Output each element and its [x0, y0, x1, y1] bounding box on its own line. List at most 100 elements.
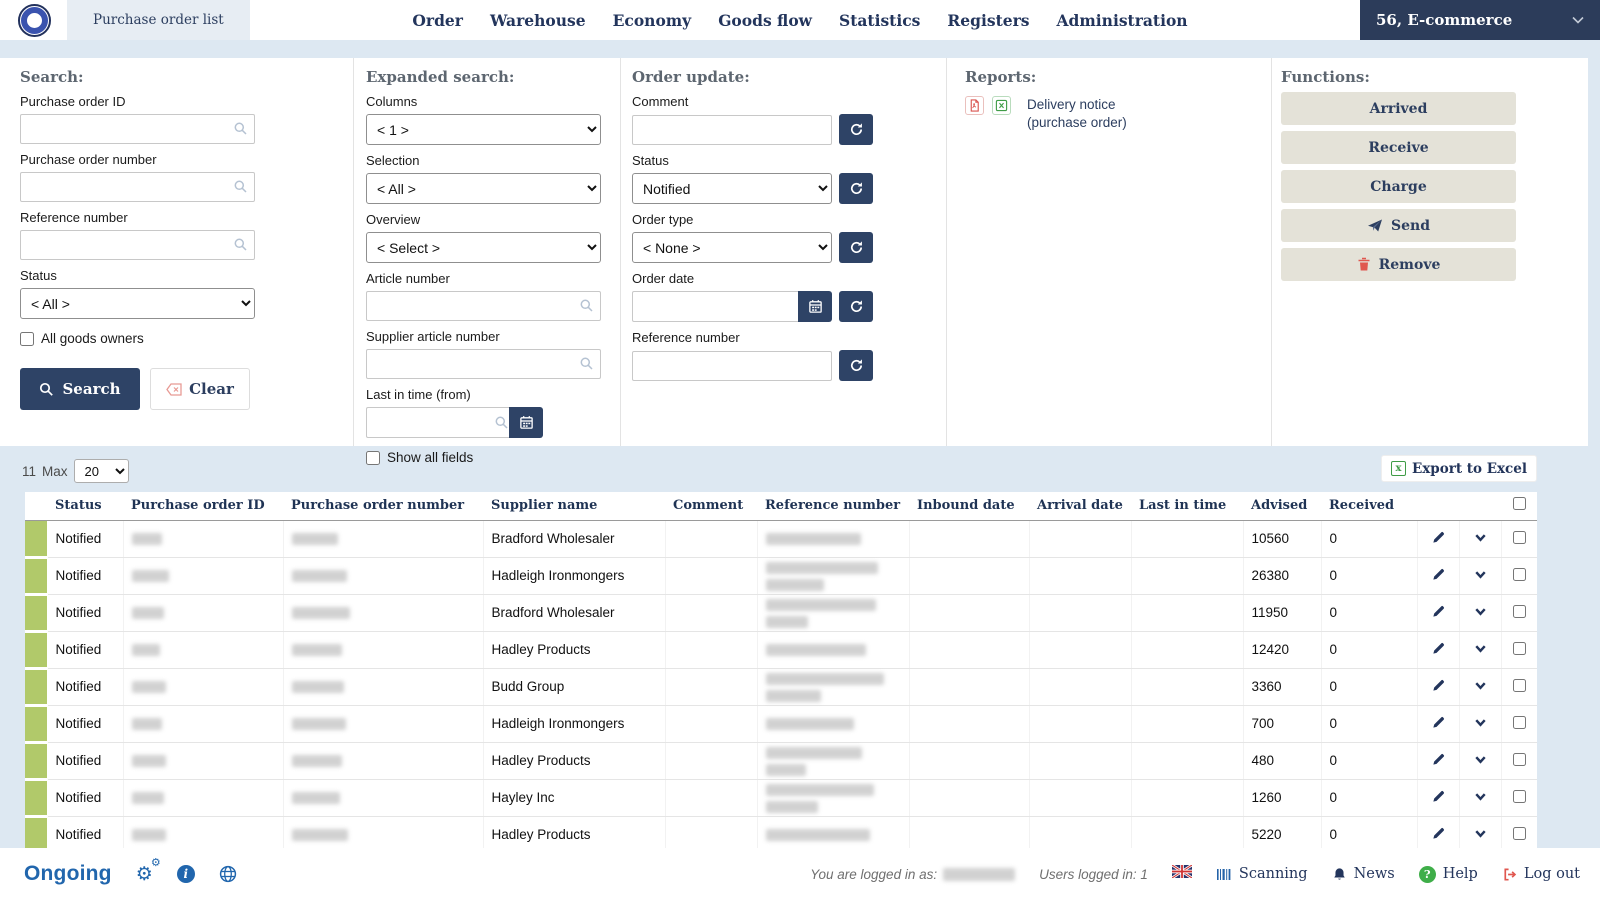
po-number-cell — [283, 779, 483, 816]
po-number-input[interactable] — [20, 172, 255, 202]
advised-cell: 480 — [1243, 742, 1321, 779]
news-link[interactable]: News — [1332, 866, 1395, 882]
settings-gears-icon[interactable]: ⚙⚙ — [136, 863, 153, 886]
update-status-button[interactable] — [839, 173, 873, 204]
pdf-file-icon[interactable] — [965, 96, 984, 115]
comment-label: Comment — [632, 94, 946, 109]
row-checkbox[interactable] — [1513, 568, 1526, 581]
account-selector[interactable]: 56, E-commerce — [1360, 0, 1600, 40]
info-icon[interactable]: i — [177, 865, 195, 883]
edit-row-button[interactable] — [1417, 594, 1459, 631]
inbound-date-cell — [909, 520, 1029, 557]
edit-row-button[interactable] — [1417, 631, 1459, 668]
status-color-bar — [25, 668, 47, 705]
edit-row-button[interactable] — [1417, 742, 1459, 779]
reference-redacted — [766, 747, 862, 759]
logout-link[interactable]: Log out — [1502, 866, 1580, 882]
row-checkbox[interactable] — [1513, 827, 1526, 840]
nav-item-statistics[interactable]: Statistics — [839, 11, 920, 30]
expand-row-button[interactable] — [1459, 557, 1501, 594]
po-id-input[interactable] — [20, 114, 255, 144]
selection-select[interactable]: < All > — [366, 173, 601, 204]
reference-number-input[interactable] — [20, 230, 255, 260]
edit-row-button[interactable] — [1417, 779, 1459, 816]
overview-select[interactable]: < Select > — [366, 232, 601, 263]
scanning-link[interactable]: Scanning — [1216, 866, 1308, 882]
row-checkbox[interactable] — [1513, 790, 1526, 803]
nav-item-economy[interactable]: Economy — [613, 11, 692, 30]
update-reference-input[interactable] — [632, 351, 832, 381]
row-checkbox[interactable] — [1513, 642, 1526, 655]
search-button[interactable]: Search — [20, 368, 140, 410]
all-goods-owners-checkbox[interactable] — [20, 332, 34, 346]
arrival-date-cell — [1029, 631, 1131, 668]
edit-row-button[interactable] — [1417, 816, 1459, 848]
expand-row-button[interactable] — [1459, 520, 1501, 557]
po-number-cell — [283, 705, 483, 742]
row-checkbox[interactable] — [1513, 531, 1526, 544]
clear-button[interactable]: Clear — [150, 368, 250, 410]
expand-row-button[interactable] — [1459, 816, 1501, 848]
supplier-cell: Bradford Wholesaler — [483, 520, 665, 557]
reference-cell — [757, 705, 909, 742]
export-to-excel-button[interactable]: x Export to Excel — [1381, 455, 1537, 482]
order-type-select[interactable]: < None > — [632, 232, 832, 263]
comment-cell — [665, 779, 757, 816]
excel-file-icon[interactable] — [992, 96, 1011, 115]
arrived-button[interactable]: Arrived — [1281, 92, 1516, 125]
article-number-input[interactable] — [366, 291, 601, 321]
expand-row-button[interactable] — [1459, 779, 1501, 816]
topbar: Purchase order list Order Warehouse Econ… — [0, 0, 1600, 40]
edit-row-button[interactable] — [1417, 668, 1459, 705]
remove-button[interactable]: Remove — [1281, 248, 1516, 281]
globe-icon[interactable] — [219, 865, 237, 883]
calendar-button[interactable] — [509, 407, 543, 438]
nav-item-warehouse[interactable]: Warehouse — [490, 11, 586, 30]
page-size-select[interactable]: 20 — [74, 459, 129, 483]
col-supplier-name: Supplier name — [483, 492, 665, 520]
edit-row-button[interactable] — [1417, 705, 1459, 742]
ongoing-brand[interactable]: Ongoing — [24, 862, 112, 886]
charge-button[interactable]: Charge — [1281, 170, 1516, 203]
columns-select[interactable]: < 1 > — [366, 114, 601, 145]
status-cell: Notified — [47, 520, 123, 557]
table-row: Notified Hadley Products 5220 0 — [25, 816, 1537, 848]
expand-row-button[interactable] — [1459, 631, 1501, 668]
row-checkbox[interactable] — [1513, 716, 1526, 729]
language-flag-icon[interactable] — [1172, 865, 1192, 883]
help-link[interactable]: ? Help — [1419, 866, 1478, 883]
expand-row-button[interactable] — [1459, 668, 1501, 705]
update-reference-button[interactable] — [839, 350, 873, 381]
nav-item-administration[interactable]: Administration — [1057, 11, 1188, 30]
update-order-type-button[interactable] — [839, 232, 873, 263]
order-date-calendar-button[interactable] — [798, 291, 832, 322]
expand-row-button[interactable] — [1459, 742, 1501, 779]
received-cell: 0 — [1321, 742, 1417, 779]
status-select[interactable]: < All > — [20, 288, 255, 319]
po-id-redacted — [132, 570, 169, 582]
row-checkbox[interactable] — [1513, 679, 1526, 692]
nav-item-goods-flow[interactable]: Goods flow — [718, 11, 812, 30]
report-link[interactable]: Delivery notice (purchase order) — [1027, 96, 1177, 132]
supplier-article-number-input[interactable] — [366, 349, 601, 379]
row-checkbox[interactable] — [1513, 753, 1526, 766]
app-logo[interactable] — [0, 0, 67, 40]
nav-item-registers[interactable]: Registers — [947, 11, 1029, 30]
receive-button[interactable]: Receive — [1281, 131, 1516, 164]
edit-row-button[interactable] — [1417, 520, 1459, 557]
order-date-input[interactable] — [632, 291, 798, 322]
send-button[interactable]: Send — [1281, 209, 1516, 242]
select-all-checkbox[interactable] — [1513, 497, 1526, 510]
update-comment-button[interactable] — [839, 114, 873, 145]
tab-purchase-order-list[interactable]: Purchase order list — [67, 0, 250, 40]
edit-row-button[interactable] — [1417, 557, 1459, 594]
row-checkbox[interactable] — [1513, 605, 1526, 618]
update-status-select[interactable]: Notified — [632, 173, 832, 204]
chevron-down-icon — [1570, 12, 1586, 28]
update-order-date-button[interactable] — [839, 291, 873, 322]
expand-row-button[interactable] — [1459, 705, 1501, 742]
expand-row-button[interactable] — [1459, 594, 1501, 631]
supplier-cell: Bradford Wholesaler — [483, 594, 665, 631]
comment-input[interactable] — [632, 115, 832, 145]
nav-item-order[interactable]: Order — [412, 11, 463, 30]
